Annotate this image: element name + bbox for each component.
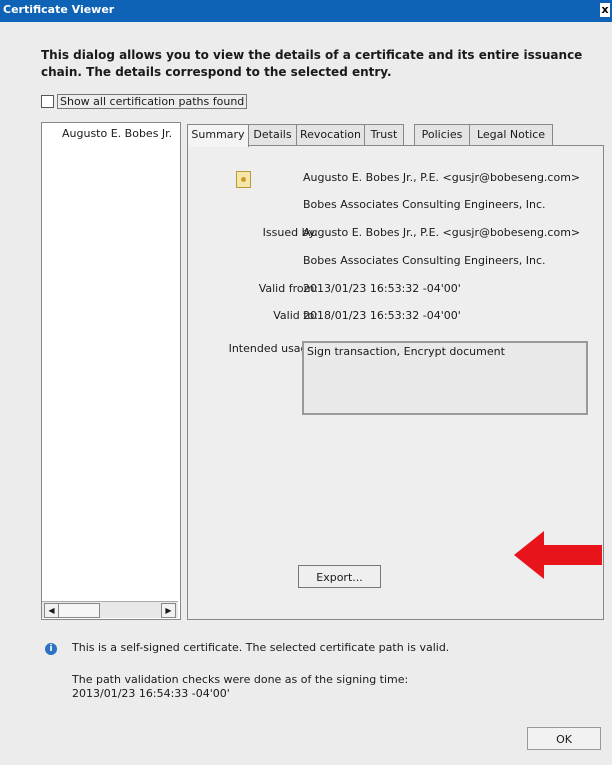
certificate-icon (236, 171, 251, 188)
show-all-paths-label[interactable]: Show all certification paths found (57, 94, 248, 109)
tree-horizontal-scrollbar[interactable]: ◀ ▶ (42, 601, 178, 618)
tab-revocation[interactable]: Revocation (296, 124, 365, 145)
validation-time-note: The path validation checks were done as … (72, 673, 409, 686)
scroll-thumb[interactable] (58, 603, 100, 618)
dialog-description: This dialog allows you to view the detai… (41, 48, 583, 79)
tab-summary[interactable]: Summary (187, 124, 249, 147)
scroll-right-icon[interactable]: ▶ (161, 603, 176, 618)
info-icon: i (45, 643, 57, 655)
certificate-chain-tree[interactable]: Augusto E. Bobes Jr. (41, 122, 181, 620)
scroll-left-icon[interactable]: ◀ (44, 603, 59, 618)
valid-to-value: 2018/01/23 16:53:32 -04'00' (303, 309, 461, 322)
subject-organization: Bobes Associates Consulting Engineers, I… (303, 198, 546, 211)
show-all-paths-checkbox[interactable] (41, 95, 54, 108)
export-button[interactable]: Export... (298, 565, 381, 588)
tree-item-certificate[interactable]: Augusto E. Bobes Jr. (62, 127, 172, 140)
ok-button[interactable]: OK (527, 727, 601, 750)
certificate-viewer-window: Certificate Viewer x This dialog allows … (0, 0, 612, 765)
arrow-left-icon (514, 531, 602, 579)
window-title: Certificate Viewer (3, 3, 115, 16)
intended-usage-box[interactable]: Sign transaction, Encrypt document (302, 341, 588, 415)
tab-details[interactable]: Details (248, 124, 297, 145)
validation-timestamp: 2013/01/23 16:54:33 -04'00' (72, 687, 230, 700)
tab-legal-notice[interactable]: Legal Notice (469, 124, 553, 145)
issuer-organization: Bobes Associates Consulting Engineers, I… (303, 254, 546, 267)
valid-from-value: 2013/01/23 16:53:32 -04'00' (303, 282, 461, 295)
subject-name: Augusto E. Bobes Jr., P.E. <gusjr@bobese… (303, 171, 581, 184)
validity-status: This is a self-signed certificate. The s… (72, 641, 450, 654)
tab-trust[interactable]: Trust (364, 124, 404, 145)
close-icon[interactable]: x (600, 3, 610, 17)
title-bar: Certificate Viewer x (0, 0, 612, 22)
issuer-name: Augusto E. Bobes Jr., P.E. <gusjr@bobese… (303, 226, 581, 239)
intended-usage-value: Sign transaction, Encrypt document (307, 345, 505, 358)
tab-policies[interactable]: Policies (414, 124, 470, 145)
